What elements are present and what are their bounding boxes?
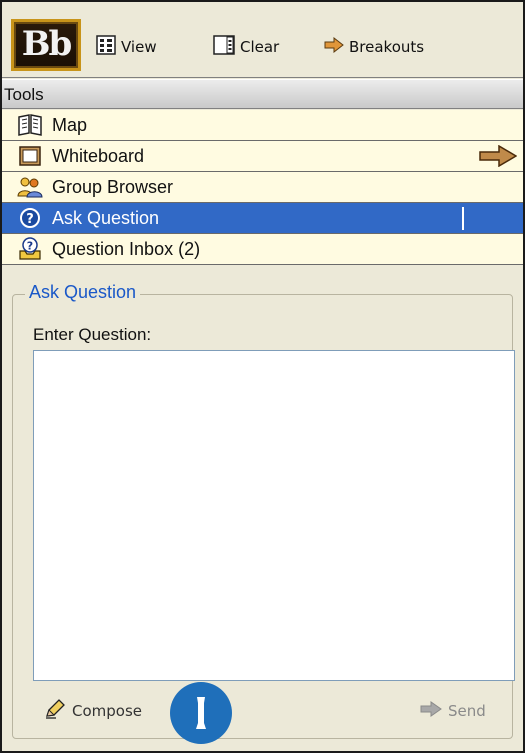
expand-arrow-icon[interactable]	[479, 144, 518, 172]
tool-item-group-browser[interactable]: Group Browser	[2, 172, 523, 203]
compose-button[interactable]: Compose	[44, 697, 142, 725]
clear-label: Clear	[240, 38, 280, 56]
tool-item-label: Whiteboard	[52, 145, 145, 166]
arrow-right-icon	[324, 36, 344, 57]
tool-item-label: Group Browser	[52, 176, 174, 197]
callout-glyph-icon	[196, 697, 206, 729]
question-inbox-icon: ?	[16, 236, 44, 262]
svg-text:?: ?	[26, 212, 34, 227]
view-icon	[96, 35, 116, 59]
breakouts-label: Breakouts	[349, 38, 425, 56]
view-button[interactable]: View	[96, 34, 157, 60]
book-icon	[16, 112, 44, 138]
tools-list: Map Whiteboard Group Browser ? Ask Quest…	[2, 110, 523, 265]
tool-item-whiteboard[interactable]: Whiteboard	[2, 141, 523, 172]
group-icon	[16, 174, 44, 200]
compose-label: Compose	[72, 702, 143, 720]
toolbar: Bb View Clear Breakouts	[2, 2, 523, 78]
blackboard-logo: Bb	[11, 19, 81, 71]
tool-item-label: Question Inbox (2)	[52, 238, 201, 259]
tool-item-ask-question[interactable]: ? Ask Question	[2, 203, 523, 234]
row-divider	[462, 207, 464, 230]
tool-item-question-inbox[interactable]: ? Question Inbox (2)	[2, 234, 523, 265]
tool-item-label: Ask Question	[52, 207, 160, 228]
send-button[interactable]: Send	[420, 697, 486, 725]
question-input[interactable]	[33, 350, 515, 681]
question-icon: ?	[16, 205, 44, 231]
clear-icon	[213, 35, 235, 59]
clear-button[interactable]: Clear	[213, 34, 279, 60]
enter-question-label: Enter Question:	[33, 325, 152, 344]
whiteboard-icon	[16, 143, 44, 169]
send-label: Send	[448, 702, 486, 720]
send-arrow-icon	[420, 701, 442, 721]
callout-marker	[170, 682, 232, 744]
breakouts-button[interactable]: Breakouts	[324, 34, 424, 60]
tool-item-map[interactable]: Map	[2, 110, 523, 141]
app-frame: Bb View Clear Breakouts Tools Map Whiteb…	[0, 0, 525, 753]
ask-question-title: Ask Question	[25, 282, 141, 303]
svg-text:?: ?	[27, 240, 33, 253]
pencil-icon	[44, 699, 66, 723]
tools-header: Tools	[2, 79, 523, 109]
view-label: View	[121, 38, 157, 56]
tool-item-label: Map	[52, 114, 88, 135]
